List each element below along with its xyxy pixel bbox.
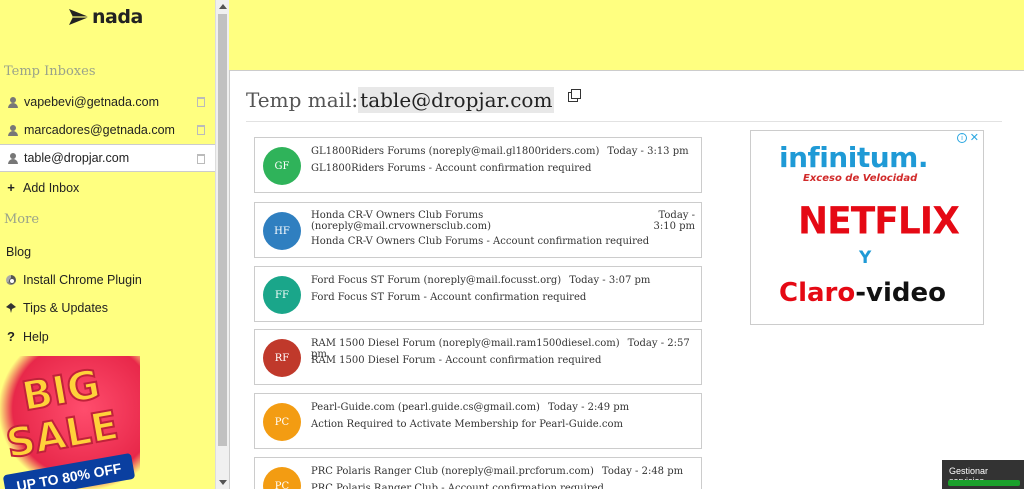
menu-item-blog[interactable]: Blog: [6, 245, 31, 259]
message-time: Today - 2:49 pm: [547, 402, 630, 413]
inbox-address: table@dropjar.com: [24, 151, 130, 165]
ad-info-icon[interactable]: i: [957, 133, 967, 143]
message-subject: Ford Focus ST Forum - Account confirmati…: [311, 292, 587, 303]
user-icon: [8, 96, 18, 108]
message-card[interactable]: PC Pearl-Guide.com (pearl.guide.cs@gmail.…: [254, 393, 702, 449]
scroll-down-arrow-icon[interactable]: [219, 480, 227, 485]
message-card[interactable]: PC PRC Polaris Ranger Club (noreply@mail.…: [254, 457, 702, 489]
rocket-icon: [6, 303, 16, 313]
message-time: Today - 3:13 pm: [607, 146, 689, 157]
sender-avatar: FF: [263, 276, 301, 314]
trash-icon[interactable]: [197, 125, 205, 135]
ad-video-text: -video: [855, 278, 946, 308]
menu-label: Help: [23, 329, 49, 344]
sender-avatar: RF: [263, 339, 301, 377]
inbox-item[interactable]: marcadores@getnada.com: [0, 116, 215, 144]
message-card[interactable]: FF Ford Focus ST Forum (noreply@mail.focu…: [254, 266, 702, 322]
ad-conjunction: Y: [859, 248, 872, 268]
chrome-icon: [6, 275, 16, 285]
trash-icon[interactable]: [197, 97, 205, 107]
mail-address[interactable]: table@dropjar.com: [358, 87, 555, 113]
ad-claro-text: Claro: [779, 278, 856, 308]
temp-inboxes-title: Temp Inboxes: [4, 64, 96, 79]
inbox-item-active[interactable]: table@dropjar.com: [0, 144, 215, 172]
message-subject: RAM 1500 Diesel Forum - Account confirma…: [311, 355, 602, 366]
scroll-thumb[interactable]: [218, 14, 227, 446]
message-card[interactable]: HF Honda CR-V Owners Club Forums (noreply…: [254, 202, 702, 258]
ad-close-icon[interactable]: ✕: [970, 131, 979, 144]
message-sender: GL1800Riders Forums (noreply@mail.gl1800…: [311, 146, 600, 157]
big-sale-promo[interactable]: BIG SALE UP TO 80% OFF: [0, 356, 150, 489]
inbox-item[interactable]: vapebevi@getnada.com: [0, 88, 215, 116]
user-icon: [8, 124, 18, 136]
message-sender: Ford Focus ST Forum (noreply@mail.focuss…: [311, 275, 562, 286]
menu-label: Install Chrome Plugin: [23, 273, 142, 287]
message-time: Today - 3:10 pm: [653, 210, 695, 232]
message-subject: Action Required to Activate Membership f…: [311, 419, 623, 430]
message-subject: Honda CR-V Owners Club Forums - Account …: [311, 236, 650, 247]
menu-label: Tips & Updates: [23, 301, 108, 315]
ad-netflix-logo: NETFLIX: [798, 199, 960, 244]
add-inbox-label: Add Inbox: [23, 180, 80, 195]
message-time: Today - 3:07 pm: [569, 275, 651, 286]
message-sender-line: GL1800Riders Forums (noreply@mail.gl1800…: [311, 146, 689, 157]
message-sender: Honda CR-V Owners Club Forums (noreply@m…: [311, 210, 492, 232]
sender-avatar: PC: [263, 403, 301, 441]
menu-item-chrome-plugin[interactable]: Install Chrome Plugin: [6, 273, 142, 287]
user-icon: [8, 152, 18, 164]
menu-item-tips[interactable]: Tips & Updates: [6, 301, 108, 315]
message-sender: RAM 1500 Diesel Forum (noreply@mail.ram1…: [311, 338, 620, 349]
message-subject: GL1800Riders Forums - Account confirmati…: [311, 163, 592, 174]
heading-divider: [246, 121, 1002, 122]
message-sender: Pearl-Guide.com (pearl.guide.cs@gmail.co…: [311, 402, 540, 413]
trash-icon[interactable]: [197, 154, 205, 164]
menu-label: Blog: [6, 245, 32, 259]
main-content: Temp mail: table@dropjar.com GF GL1800Rid…: [229, 70, 1024, 489]
ad-infinitum-logo: infinitum.: [779, 141, 928, 174]
scroll-up-arrow-icon[interactable]: [219, 4, 227, 9]
inbox-address: vapebevi@getnada.com: [24, 95, 159, 109]
message-sender: PRC Polaris Ranger Club (noreply@mail.pr…: [311, 466, 594, 477]
sender-avatar: GF: [263, 147, 301, 185]
consent-manager[interactable]: Gestionar servicios: [942, 460, 1024, 489]
message-card[interactable]: GF GL1800Riders Forums (noreply@mail.gl18…: [254, 137, 702, 193]
ad-tagline: Exceso de Velocidad: [803, 173, 918, 184]
consent-bar: [948, 480, 1020, 486]
sidebar-scrollbar[interactable]: [215, 0, 229, 489]
add-inbox-button[interactable]: + Add Inbox: [6, 180, 79, 195]
inbox-address: marcadores@getnada.com: [24, 123, 175, 137]
message-time: Today - 2:48 pm: [601, 466, 684, 477]
mail-label: Temp mail:: [246, 88, 359, 112]
message-sender-line: Pearl-Guide.com (pearl.guide.cs@gmail.co…: [311, 402, 629, 413]
message-sender-line: PRC Polaris Ranger Club (noreply@mail.pr…: [311, 466, 683, 477]
sidebar: nada Temp Inboxes vapebevi@getnada.com m…: [0, 0, 215, 489]
sender-avatar: HF: [263, 212, 301, 250]
message-subject: PRC Polaris Ranger Club - Account confir…: [311, 483, 604, 489]
sender-avatar: PC: [263, 467, 301, 489]
logo[interactable]: nada: [68, 6, 143, 28]
paper-plane-icon: [69, 9, 89, 25]
copy-icon[interactable]: [568, 89, 581, 102]
ad-claro-video-logo: Claro-video: [779, 278, 946, 308]
plus-icon: +: [7, 180, 15, 195]
question-icon: ?: [7, 329, 15, 344]
message-sender-line: Ford Focus ST Forum (noreply@mail.focuss…: [311, 275, 650, 286]
message-card[interactable]: RF RAM 1500 Diesel Forum (noreply@mail.ra…: [254, 329, 702, 385]
ad-banner[interactable]: i ✕ infinitum. Exceso de Velocidad NETFL…: [750, 130, 984, 325]
message-sender-line: Honda CR-V Owners Club Forums (noreply@m…: [311, 210, 641, 232]
top-banner: [229, 0, 1024, 70]
logo-text: nada: [92, 6, 143, 28]
more-title: More: [4, 212, 40, 227]
mail-heading: Temp mail: table@dropjar.com: [246, 87, 555, 113]
menu-item-help[interactable]: ? Help: [6, 329, 49, 344]
